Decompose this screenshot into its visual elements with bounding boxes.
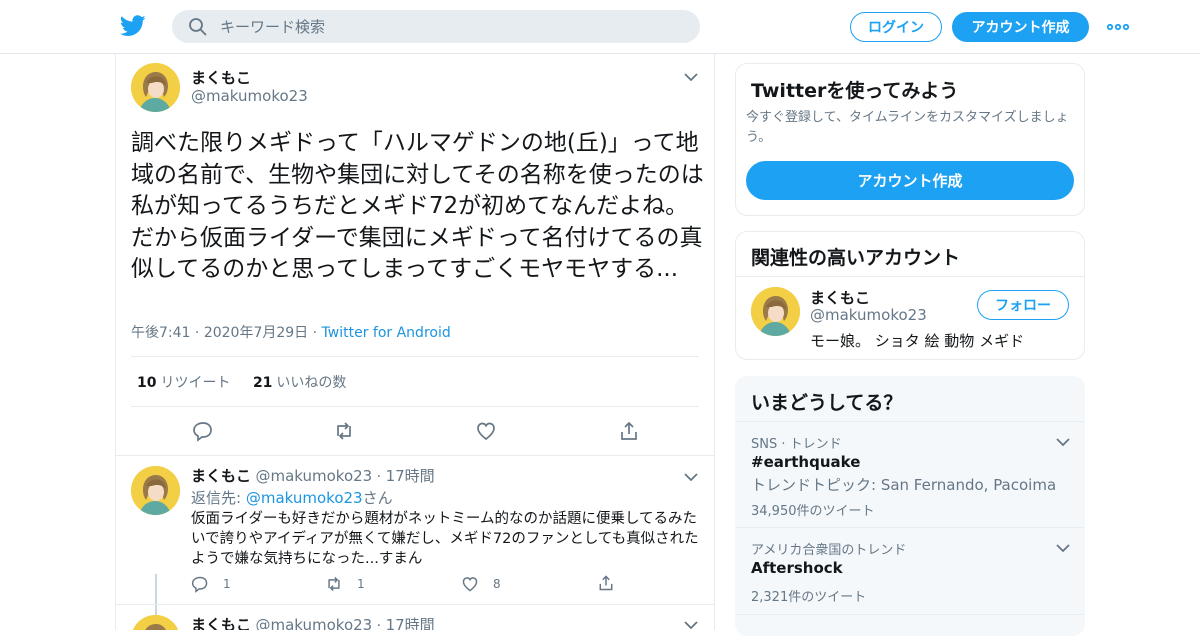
related-card-title: 関連性の高いアカウント bbox=[751, 247, 961, 269]
retweet-count: 1 bbox=[357, 577, 365, 591]
reply-author-handle[interactable]: @makumoko23 bbox=[255, 467, 372, 485]
avatar[interactable] bbox=[131, 615, 180, 630]
retweet-stat-label: リツイート bbox=[160, 375, 231, 391]
signup-button[interactable]: アカウント作成 bbox=[952, 12, 1089, 42]
trend-item[interactable]: アメリカ合衆国のトレンド Aftershock 2,321件のツイート bbox=[736, 527, 1084, 614]
tweet-stats: 10 リツイート 21 いいねの数 bbox=[137, 372, 346, 392]
trend-item[interactable]: SNS · トレンド #earthquake トレンドトピック: San Fer… bbox=[736, 421, 1084, 527]
trend-tweet-count: 2,321件のツイート bbox=[751, 590, 867, 605]
related-account-handle[interactable]: @makumoko23 bbox=[810, 306, 927, 324]
tweet-time[interactable]: 午後7:41 bbox=[131, 325, 190, 341]
share-action[interactable] bbox=[597, 574, 629, 592]
related-account-bio: モー娘。 ショタ 絵 動物 メギド bbox=[810, 332, 1025, 350]
like-stat[interactable]: 21 いいねの数 bbox=[253, 375, 346, 391]
retweet-icon bbox=[325, 575, 357, 593]
share-icon[interactable] bbox=[618, 420, 640, 442]
separator: · bbox=[376, 469, 386, 485]
like-count: 8 bbox=[493, 577, 501, 591]
trend-context: SNS · トレンド bbox=[751, 437, 842, 452]
tweet-column: まくもこ @makumoko23 調べた限りメギドって「ハルマゲドンの地(丘)」… bbox=[115, 54, 715, 630]
trend-topics: トレンドトピック: San Fernando, Pacoima bbox=[751, 476, 1057, 494]
trend-item[interactable] bbox=[736, 614, 1084, 635]
chevron-down-icon[interactable] bbox=[684, 472, 698, 482]
trend-tweet-count: 34,950件のツイート bbox=[751, 504, 875, 519]
signup-card-description: 今すぐ登録して、タイムラインをカスタマイズしましょう。 bbox=[746, 110, 1069, 145]
tweet-date[interactable]: 2020年7月29日 bbox=[204, 325, 308, 341]
replying-to-suffix: さん bbox=[362, 489, 393, 507]
signup-card-title: Twitterを使ってみよう bbox=[751, 80, 959, 102]
tweet-author-handle[interactable]: @makumoko23 bbox=[191, 87, 308, 105]
replying-to: 返信先: @makumoko23さん bbox=[191, 487, 393, 508]
divider bbox=[131, 406, 699, 407]
like-stat-label: いいねの数 bbox=[276, 375, 347, 391]
avatar[interactable] bbox=[131, 63, 180, 112]
divider bbox=[116, 604, 714, 605]
retweet-icon[interactable] bbox=[333, 420, 355, 442]
reply-author-name[interactable]: まくもこ bbox=[191, 467, 251, 485]
twitter-bird-icon[interactable] bbox=[120, 13, 146, 39]
reply-count: 1 bbox=[223, 577, 231, 591]
divider bbox=[116, 455, 714, 456]
reply-author-name[interactable]: まくもこ bbox=[191, 616, 251, 630]
share-icon bbox=[597, 574, 629, 592]
avatar[interactable] bbox=[131, 466, 180, 515]
tweet-meta: 午後7:41 · 2020年7月29日 · Twitter for Androi… bbox=[131, 322, 451, 342]
reply-action[interactable]: 1 bbox=[191, 575, 231, 593]
more-dots-icon[interactable] bbox=[1106, 18, 1130, 36]
separator: · bbox=[376, 618, 386, 630]
trend-name: #earthquake bbox=[751, 453, 861, 471]
trends-title: いまどうしてる？ bbox=[751, 392, 903, 414]
separator: · bbox=[312, 325, 322, 341]
trend-name: Aftershock bbox=[751, 559, 843, 577]
reply-header: まくもこ @makumoko23 · 17時間 bbox=[191, 465, 435, 486]
avatar[interactable] bbox=[751, 287, 800, 336]
reply-author-handle[interactable]: @makumoko23 bbox=[255, 616, 372, 630]
search-input[interactable] bbox=[220, 10, 680, 43]
divider bbox=[131, 356, 699, 357]
reply-header: まくもこ @makumoko23 · 17時間 bbox=[191, 614, 435, 630]
chevron-down-icon[interactable] bbox=[684, 620, 698, 630]
chevron-down-icon[interactable] bbox=[684, 72, 698, 82]
reply-icon[interactable] bbox=[192, 420, 214, 442]
separator: · bbox=[194, 325, 204, 341]
replying-to-handle[interactable]: @makumoko23 bbox=[246, 489, 363, 507]
retweet-count: 10 bbox=[137, 375, 157, 391]
tweet-source-link[interactable]: Twitter for Android bbox=[322, 325, 451, 341]
reply-time[interactable]: 17時間 bbox=[386, 467, 435, 485]
follow-button[interactable]: フォロー bbox=[977, 290, 1069, 320]
divider bbox=[736, 276, 1084, 277]
search-icon bbox=[188, 17, 208, 37]
signup-card: Twitterを使ってみよう 今すぐ登録して、タイムラインをカスタマイズしましょ… bbox=[735, 63, 1085, 216]
like-icon bbox=[461, 575, 493, 593]
related-accounts-card: 関連性の高いアカウント まくもこ @makumoko23 モー娘。 ショタ 絵 … bbox=[735, 231, 1085, 360]
chevron-down-icon[interactable] bbox=[1056, 543, 1070, 553]
top-navigation-bar: ログイン アカウント作成 bbox=[0, 0, 1200, 54]
chevron-down-icon[interactable] bbox=[1056, 437, 1070, 447]
reply-time[interactable]: 17時間 bbox=[386, 616, 435, 630]
trends-card: いまどうしてる？ SNS · トレンド #earthquake トレンドトピック… bbox=[735, 376, 1085, 636]
reply-icon bbox=[191, 575, 223, 593]
reply-text: 仮面ライダーも好きだから題材がネットミーム的なのか話題に便乗してるみたいで誇りや… bbox=[191, 511, 699, 567]
like-count: 21 bbox=[252, 375, 273, 391]
tweet-text: 調べた限りメギドって「ハルマゲドンの地(丘)」って地域の名前で、生物や集団に対し… bbox=[131, 130, 704, 282]
replying-to-prefix: 返信先: bbox=[191, 489, 242, 507]
login-button[interactable]: ログイン bbox=[850, 12, 942, 42]
like-icon[interactable] bbox=[475, 420, 497, 442]
like-action[interactable]: 8 bbox=[461, 575, 501, 593]
search-box[interactable] bbox=[172, 10, 700, 43]
related-account-name[interactable]: まくもこ bbox=[810, 287, 870, 308]
retweet-stat[interactable]: 10 リツイート bbox=[137, 375, 230, 391]
trend-context: アメリカ合衆国のトレンド bbox=[751, 543, 907, 558]
tweet-author-name[interactable]: まくもこ bbox=[191, 67, 251, 88]
retweet-action[interactable]: 1 bbox=[325, 575, 365, 593]
signup-card-button[interactable]: アカウント作成 bbox=[746, 161, 1074, 200]
